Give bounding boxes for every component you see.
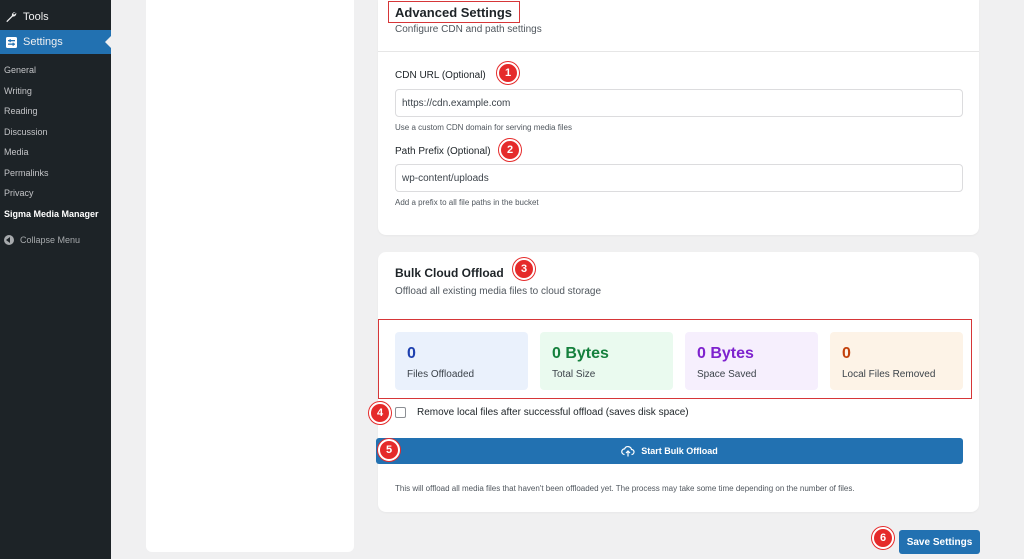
divider: [378, 51, 979, 52]
remove-local-files-checkbox[interactable]: [395, 407, 406, 418]
submenu-item-privacy[interactable]: Privacy: [0, 183, 111, 204]
path-prefix-help: Add a prefix to all file paths in the bu…: [395, 198, 539, 207]
annotation-badge-2: 2: [499, 139, 521, 161]
cdn-url-label: CDN URL (Optional): [395, 70, 486, 81]
annotation-highlight-title: [388, 1, 520, 23]
admin-sidebar: Tools Settings General Writing Reading D…: [0, 0, 111, 559]
collapse-menu-button[interactable]: Collapse Menu: [0, 230, 111, 250]
annotation-badge-1: 1: [497, 62, 519, 84]
cdn-url-input[interactable]: [395, 89, 963, 117]
submenu-item-general[interactable]: General: [0, 60, 111, 81]
annotation-badge-5: 5: [378, 439, 400, 461]
start-bulk-offload-label: Start Bulk Offload: [641, 446, 718, 456]
settings-icon: [4, 35, 18, 49]
collapse-arrow-icon: [4, 234, 14, 245]
submenu-item-discussion[interactable]: Discussion: [0, 122, 111, 143]
remove-local-files-option[interactable]: Remove local files after successful offl…: [395, 407, 689, 418]
submenu-item-writing[interactable]: Writing: [0, 81, 111, 102]
collapse-menu-label: Collapse Menu: [20, 234, 81, 245]
annotation-highlight-stats: [378, 319, 972, 399]
wrench-icon: [4, 10, 18, 24]
submenu-item-media[interactable]: Media: [0, 142, 111, 163]
bulk-offload-note: This will offload all media files that h…: [395, 484, 855, 493]
settings-submenu: General Writing Reading Discussion Media…: [0, 54, 111, 224]
cdn-url-help: Use a custom CDN domain for serving medi…: [395, 123, 572, 132]
sidebar-item-settings[interactable]: Settings: [0, 30, 111, 54]
annotation-badge-4: 4: [369, 402, 391, 424]
remove-local-files-label: Remove local files after successful offl…: [417, 407, 689, 418]
submenu-item-reading[interactable]: Reading: [0, 101, 111, 122]
sidebar-item-label: Settings: [23, 36, 63, 48]
save-settings-button[interactable]: Save Settings: [899, 530, 980, 554]
bulk-offload-description: Offload all existing media files to clou…: [395, 286, 602, 297]
path-prefix-label: Path Prefix (Optional): [395, 146, 491, 157]
path-prefix-input[interactable]: [395, 164, 963, 192]
submenu-item-permalinks[interactable]: Permalinks: [0, 163, 111, 184]
advanced-settings-card: Advanced Settings Configure CDN and path…: [378, 0, 979, 235]
bulk-offload-title: Bulk Cloud Offload: [395, 266, 504, 280]
sidebar-item-tools[interactable]: Tools: [0, 5, 111, 29]
start-bulk-offload-button[interactable]: Start Bulk Offload: [376, 438, 963, 464]
annotation-badge-6: 6: [872, 527, 894, 549]
sidebar-item-label: Tools: [23, 11, 49, 23]
advanced-settings-description: Configure CDN and path settings: [395, 24, 542, 35]
annotation-badge-3: 3: [513, 258, 535, 280]
submenu-item-sigma-media-manager[interactable]: Sigma Media Manager: [0, 204, 111, 224]
settings-nav-panel: [146, 0, 354, 552]
cloud-upload-icon: [621, 445, 635, 457]
